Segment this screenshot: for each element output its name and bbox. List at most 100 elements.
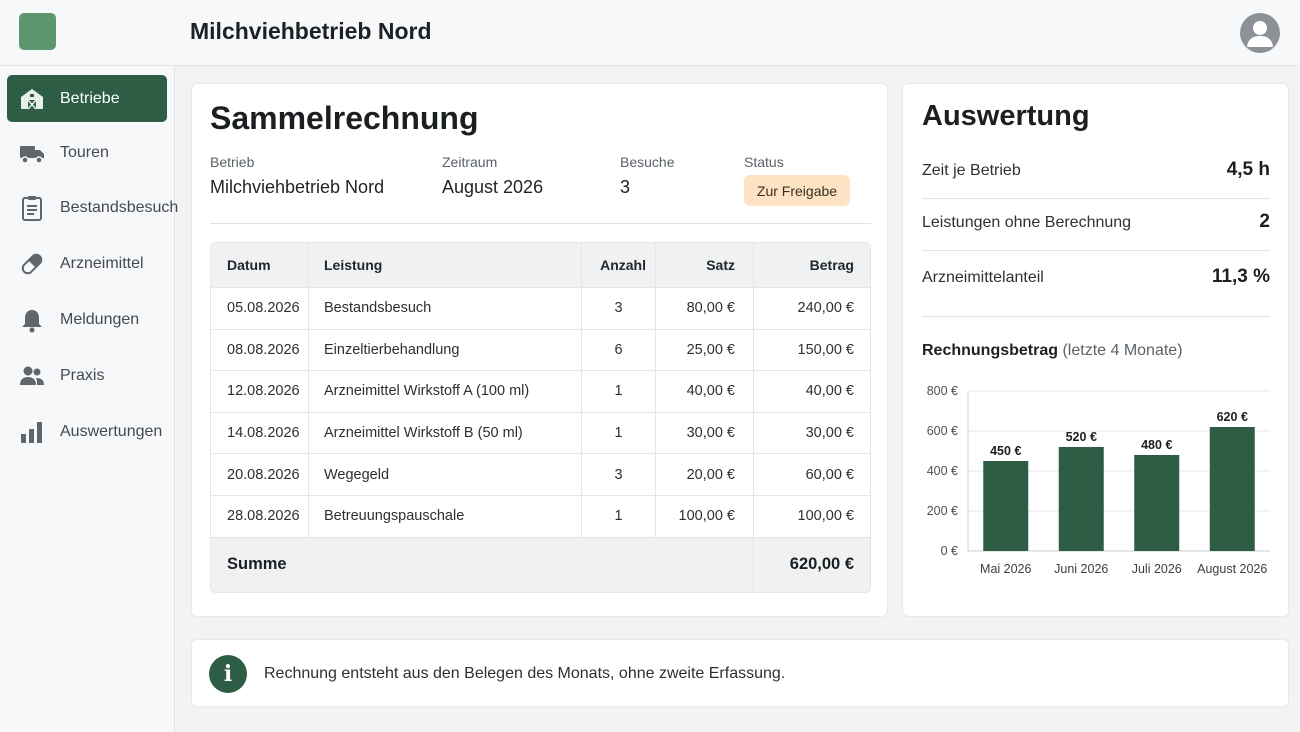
status-badge: Zur Freigabe [744,175,850,206]
kpi-value: 4,5 h [1226,159,1270,180]
info-text: Rechnung entsteht aus den Belegen des Mo… [264,665,786,682]
kpi-label: Arzneimittelanteil [922,269,1044,286]
meta-divider [210,223,871,224]
cell-satz: 20,00 € [656,454,754,495]
cell-datum: 12.08.2026 [211,371,309,412]
sidebar-item-bestandsbesuch[interactable]: Bestandsbesuch [7,184,178,231]
cell-datum: 14.08.2026 [211,412,309,454]
bar-chart-icon [19,419,45,445]
column-header-betrag[interactable]: Betrag [754,243,870,287]
kpi-leistungen-ohne-berechnung: Leistungen ohne Berechnung 2 [922,199,1270,251]
x-tick-label: Juli 2026 [1132,562,1182,576]
sidebar-item-label: Auswertungen [60,422,163,440]
barn-icon [19,86,45,112]
besuche-label: Besuche [620,154,675,170]
betrieb-value: Milchviehbetrieb Nord [210,177,385,197]
user-avatar-icon[interactable] [1240,13,1280,53]
chart-title-main: Rechnungsbetrag [922,342,1059,359]
users-icon [19,363,45,389]
cell-datum: 05.08.2026 [211,288,309,329]
cell-betrag: 60,00 € [805,466,854,483]
kpi-value: 2 [1259,211,1270,232]
sidebar-item-arzneimittel[interactable]: Arzneimittel [7,240,167,287]
sidebar-item-meldungen[interactable]: Meldungen [7,296,167,343]
kpi-zeit-je-betrieb: Zeit je Betrieb 4,5 h [922,147,1270,199]
kpi-label: Leistungen ohne Berechnung [922,214,1132,231]
cell-satz: 30,00 € [656,412,754,454]
cell-leistung: Einzeltierbehandlung [309,329,582,371]
y-tick-label: 800 € [927,384,958,398]
table-row[interactable]: 20.08.2026 Wegegeld 3 20,00 € 60,00 € [211,453,870,495]
cell-betrag: 30,00 € [805,425,854,442]
chart-subtitle: (letzte 4 Monate) [1062,342,1183,359]
bar-data-label: 480 € [1141,438,1172,452]
y-tick-label: 0 € [941,544,958,558]
truck-icon [19,140,45,166]
table-row[interactable]: 12.08.2026 Arzneimittel Wirkstoff A (100… [211,370,870,412]
cell-leistung: Bestandsbesuch [309,288,582,329]
column-header-datum[interactable]: Datum [211,243,309,287]
sum-label: Summe [227,555,287,574]
sidebar-item-label: Betriebe [60,89,120,107]
invoice-title: Sammelrechnung [210,100,479,136]
cell-anzahl: 1 [582,412,656,454]
betrieb-label: Betrieb [210,154,255,170]
cell-leistung: Arzneimittel Wirkstoff B (50 ml) [309,412,582,454]
table-row[interactable]: 05.08.2026 Bestandsbesuch 3 80,00 € 240,… [211,287,870,329]
chart-bar [1209,427,1255,551]
cell-anzahl: 3 [582,454,656,495]
y-tick-label: 400 € [927,464,958,478]
sidebar-item-auswertungen[interactable]: Auswertungen [7,408,167,455]
cell-betrag: 40,00 € [805,383,854,400]
zeitraum-value: August 2026 [442,177,544,197]
sidebar-item-label: Touren [60,143,109,161]
y-tick-label: 200 € [927,504,958,518]
chart-title: Rechnungsbetrag (letzte 4 Monate) [922,342,1183,360]
cell-leistung: Arzneimittel Wirkstoff A (100 ml) [309,371,582,412]
x-tick-label: Juni 2026 [1054,562,1108,576]
cell-datum: 28.08.2026 [211,495,309,537]
chart-bar [1134,455,1180,551]
y-tick-label: 600 € [927,424,958,438]
cell-datum: 08.08.2026 [211,329,309,371]
pill-icon [19,251,45,277]
bar-data-label: 620 € [1217,410,1248,424]
column-header-leistung[interactable]: Leistung [309,243,582,287]
x-tick-label: Mai 2026 [980,562,1031,576]
table-row[interactable]: 28.08.2026 Betreuungspauschale 1 100,00 … [211,494,870,537]
bell-icon [19,307,45,333]
x-tick-label: August 2026 [1197,562,1267,576]
info-icon: i [209,655,247,693]
column-header-satz[interactable]: Satz [656,243,754,287]
info-banner: i Rechnung entsteht aus den Belegen des … [191,639,1289,707]
bar-data-label: 520 € [1066,430,1097,444]
cell-leistung: Betreuungspauschale [309,495,582,537]
kpi-label: Zeit je Betrieb [922,162,1021,179]
sidebar-item-praxis[interactable]: Praxis [7,352,167,399]
zeitraum-label: Zeitraum [442,154,498,170]
sidebar-item-label: Meldungen [60,310,140,328]
table-row[interactable]: 08.08.2026 Einzeltierbehandlung 6 25,00 … [211,328,870,371]
cell-leistung: Wegegeld [309,454,582,495]
invoice-table: Datum Leistung Anzahl Satz Betrag 05.08.… [210,242,871,593]
cell-betrag: 240,00 € [797,300,854,317]
cell-anzahl: 3 [582,288,656,329]
cell-anzahl: 1 [582,495,656,537]
bar-data-label: 450 € [990,444,1021,458]
cell-datum: 20.08.2026 [211,454,309,495]
sidebar-item-label: Arzneimittel [60,254,144,272]
app-logo[interactable] [19,13,56,50]
cell-satz: 80,00 € [656,288,754,329]
sidebar: Betriebe Touren Bestandsbesuch Arzneimit… [0,66,178,732]
sidebar-item-betriebe[interactable]: Betriebe [7,75,167,122]
sidebar-item-label: Praxis [60,366,105,384]
sidebar-item-label: Bestandsbesuch [60,198,179,216]
kpi-value: 11,3 % [1211,266,1270,287]
chart-bar [1058,447,1104,551]
revenue-bar-chart: 0 € 200 € 400 € 600 € 800 € 450 € Mai 2026 520 … [927,384,1270,576]
table-row[interactable]: 14.08.2026 Arzneimittel Wirkstoff B (50 … [211,411,870,454]
cell-satz: 100,00 € [656,495,754,537]
sidebar-item-touren[interactable]: Touren [7,129,167,176]
column-header-anzahl[interactable]: Anzahl [582,243,656,287]
besuche-value: 3 [620,177,631,197]
